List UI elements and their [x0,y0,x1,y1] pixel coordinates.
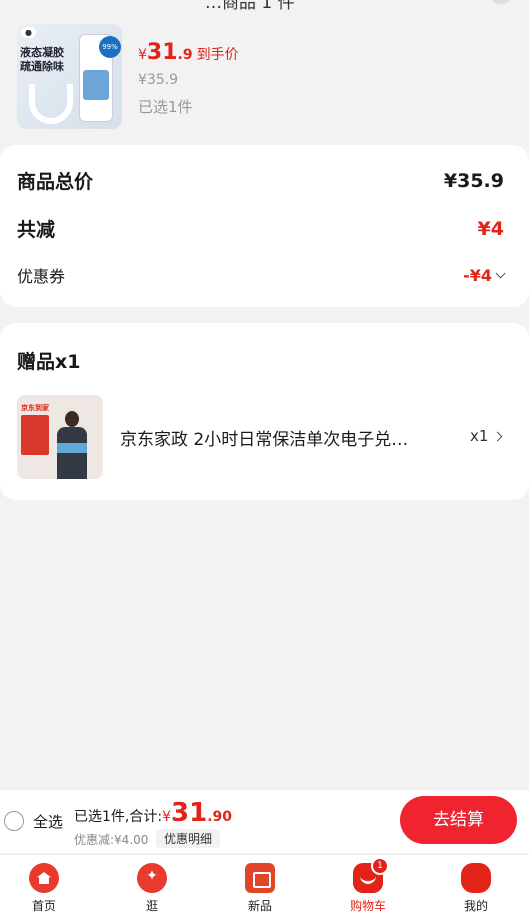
total-currency: ¥ [162,809,171,825]
header-partial: …商品 1 件 [0,0,529,13]
person-graphic-body [57,427,87,479]
gift-title: 赠品x1 [17,351,81,373]
original-price: ¥35.9 [138,72,179,88]
discount-amount: 优惠减:¥4.00 [74,833,149,847]
tab-profile-label: 我的 [463,899,488,913]
tab-discover[interactable]: 逛 [117,855,187,914]
cart-icon: 1 [353,857,389,893]
tab-cart-label: 购物车 [349,899,386,913]
product-image[interactable]: ● 液态凝胶 疏通除味 99% [17,24,122,129]
tab-new-products[interactable]: 新品 [225,855,295,914]
chevron-down-icon [495,268,506,278]
poster-graphic [21,415,49,455]
discover-icon [137,863,167,893]
percent-badge: 99% [99,36,121,58]
profile-icon [461,863,491,893]
gift-image[interactable]: 京东到家 [17,395,103,479]
select-all-label[interactable]: 全选 [33,811,63,832]
checkout-bar: 全选 已选1件,合计:¥31.90 优惠减:¥4.00 优惠明细 去结算 [0,789,529,853]
gift-qty-value: x1 [470,427,489,445]
gift-quantity[interactable]: x1 [470,427,503,445]
selected-count: 已选1件 [138,98,193,116]
close-icon[interactable] [491,0,511,4]
checkout-total: 已选1件,合计:¥31.90 [74,798,232,828]
tab-home-label: 首页 [31,899,56,913]
coupon-row[interactable]: 优惠券 -¥4 [17,263,506,287]
goods-total-label: 商品总价 [17,171,94,193]
tab-new-products-label: 新品 [247,899,272,913]
tab-profile[interactable]: 我的 [441,855,511,914]
cart-count-badge: 1 [371,857,389,875]
price-tag: 到手价 [196,47,239,63]
gift-card: 赠品x1 京东到家 京东家政 2小时日常保洁单次电子兑换券 x1 [0,323,529,500]
coupon-amount: -¥4 [463,265,492,285]
chevron-right-icon [492,431,503,441]
coupon-label: 优惠券 [17,267,66,286]
goods-total-value: ¥35.9 [443,169,504,192]
coupon-value[interactable]: -¥4 [463,265,506,285]
bottle-label-graphic [83,70,109,100]
new-products-icon [245,863,275,893]
reduction-row: 共减 ¥4 [17,215,504,242]
checkout-button[interactable]: 去结算 [400,796,517,844]
select-all-radio[interactable] [4,811,24,831]
pipe-graphic [29,84,73,124]
tab-cart[interactable]: 1 购物车 [333,855,403,914]
reduction-label: 共减 [17,219,56,241]
tab-home[interactable]: 首页 [9,855,79,914]
total-decimal: .90 [207,809,232,825]
product-image-text-2: 疏通除味 [20,60,64,73]
discount-detail-button[interactable]: 优惠明细 [156,829,221,848]
box-graphic [57,443,87,453]
person-graphic-head [65,411,79,427]
gift-image-logo: 京东到家 [21,404,49,412]
price-summary-card: 商品总价 ¥35.9 共减 ¥4 优惠券 -¥4 [0,145,529,307]
home-icon [29,863,59,893]
goods-total-row: 商品总价 ¥35.9 [17,167,504,194]
price-decimal: .9 [177,47,193,63]
gift-name[interactable]: 京东家政 2小时日常保洁单次电子兑换券 [120,425,425,450]
reduction-value: ¥4 [477,217,504,240]
price-integer: 31 [146,40,178,65]
bottom-tab-bar: 首页 逛 新品 1 购物车 我的 [0,854,529,916]
total-integer: 31 [171,798,208,828]
tab-discover-label: 逛 [145,899,158,913]
total-prefix: 已选1件,合计: [74,809,163,825]
price-currency: ¥ [138,47,147,63]
product-image-badge: ● [21,27,36,38]
cart-product-item[interactable]: ● 液态凝胶 疏通除味 99% ¥31.9 到手价 ¥35.9 已选1件 [0,12,529,138]
product-price: ¥31.9 到手价 [138,40,239,65]
